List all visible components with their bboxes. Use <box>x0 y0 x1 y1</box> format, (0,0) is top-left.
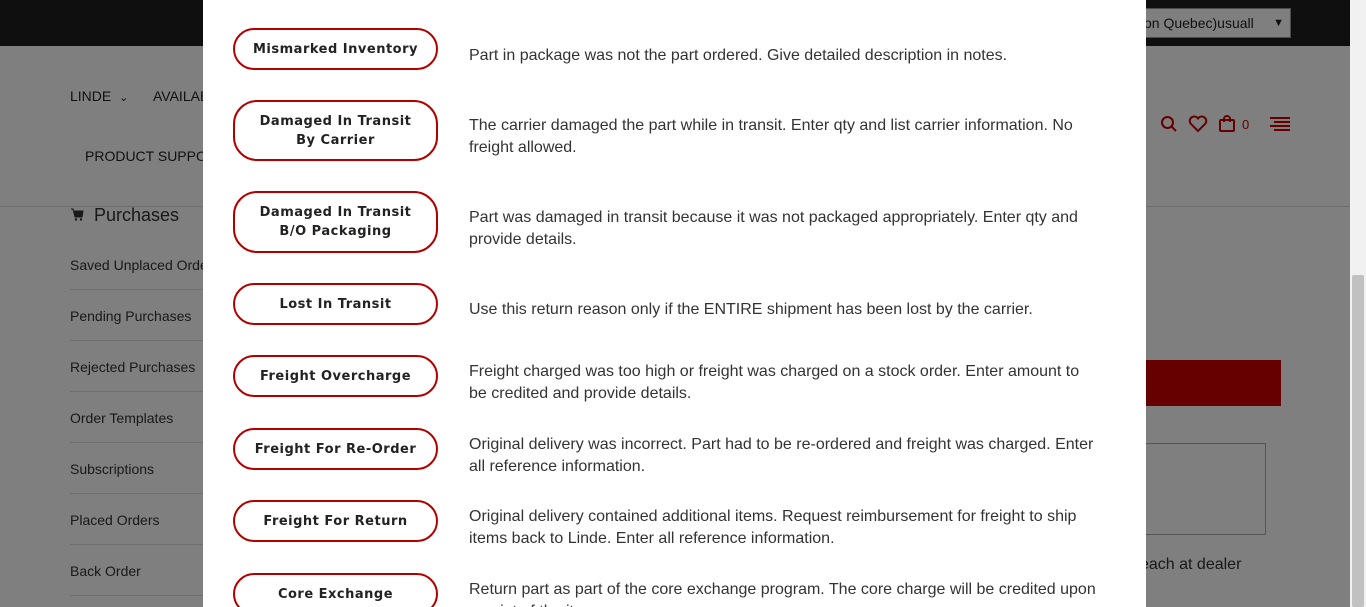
reason-button-freight-overcharge[interactable]: Freight Overcharge <box>233 355 438 397</box>
reason-button-core-exchange[interactable]: Core Exchange <box>233 573 438 607</box>
reason-description: Original delivery contained additional i… <box>469 508 1077 547</box>
reason-description: Return part as part of the core exchange… <box>469 581 1096 607</box>
reason-button-freight-for-return[interactable]: Freight For Return <box>233 500 438 542</box>
reason-description: Freight charged was too high or freight … <box>469 363 1080 402</box>
reason-button-damaged-in-transit-bo-packaging[interactable]: Damaged In Transit B/O Packaging <box>233 191 438 253</box>
reason-description: Part was damaged in transit because it w… <box>469 209 1078 248</box>
reason-description: Original delivery was incorrect. Part ha… <box>469 436 1094 475</box>
return-reasons-modal: Mismarked Inventory Part in package was … <box>203 0 1146 607</box>
reason-description: The carrier damaged the part while in tr… <box>469 117 1073 156</box>
reason-description: Use this return reason only if the ENTIR… <box>469 301 1033 318</box>
reason-button-mismarked-inventory[interactable]: Mismarked Inventory <box>233 28 438 70</box>
scrollbar-thumb[interactable] <box>1352 275 1364 607</box>
reason-button-damaged-in-transit-by-carrier[interactable]: Damaged In Transit By Carrier <box>233 100 438 161</box>
reason-button-freight-for-re-order[interactable]: Freight For Re-Order <box>233 428 438 470</box>
reason-description: Part in package was not the part ordered… <box>469 47 1008 64</box>
reason-button-lost-in-transit[interactable]: Lost In Transit <box>233 283 438 325</box>
